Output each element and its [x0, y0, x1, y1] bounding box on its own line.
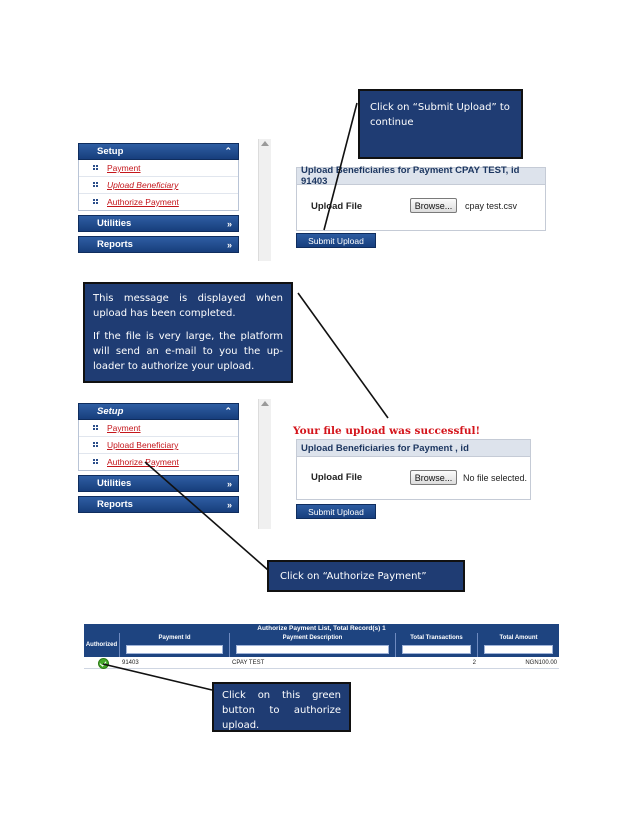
submit-upload-button[interactable]: Submit Upload: [296, 504, 376, 519]
bullet-icon: [93, 199, 98, 204]
upload-file-label: Upload File: [311, 201, 363, 212]
menu-item-payment[interactable]: Payment: [79, 420, 238, 437]
menu-reports-label: Reports: [97, 499, 133, 510]
panel-title: Upload Beneficiaries for Payment CPAY TE…: [297, 165, 545, 187]
menu-utilities-header[interactable]: Utilities »: [78, 475, 239, 492]
menu-item-payment[interactable]: Payment: [79, 160, 238, 177]
bullet-icon: [93, 165, 98, 170]
browse-button[interactable]: Browse...: [410, 470, 457, 485]
filter-input[interactable]: [236, 645, 389, 654]
menu-item-label: Upload Beneficiary: [107, 180, 179, 190]
chevron-down-icon: »: [226, 218, 232, 229]
col-total-transactions[interactable]: Total Transactions: [396, 633, 478, 657]
callout-text: This message is displayed when upload ha…: [93, 293, 283, 319]
upload-file-label: Upload File: [311, 472, 363, 483]
col-label: Payment Id: [158, 635, 191, 641]
upload-panel-1: Upload Beneficiaries for Payment CPAY TE…: [296, 165, 546, 231]
scrollbar[interactable]: [258, 399, 271, 529]
upload-panel-2: Upload Beneficiaries for Payment , id Up…: [296, 439, 531, 500]
chevron-down-icon: »: [226, 499, 232, 510]
menu-setup-label: Setup: [97, 406, 124, 417]
menu-utilities-header[interactable]: Utilities »: [78, 215, 239, 232]
col-payment-description[interactable]: Payment Description: [230, 633, 396, 657]
menu-setup-header[interactable]: Setup ⌃: [78, 143, 239, 160]
callout-text: Click on “Authorize Payment”: [280, 571, 427, 582]
selected-file-name: No file selected.: [463, 473, 528, 483]
menu-reports-header[interactable]: Reports »: [78, 496, 239, 513]
menu-item-upload-beneficiary[interactable]: Upload Beneficiary: [79, 437, 238, 454]
menu-item-authorize-payment[interactable]: Authorize Payment: [79, 194, 238, 210]
chevron-up-icon: ⌃: [224, 406, 232, 416]
table-title: Authorize Payment List, Total Record(s) …: [84, 624, 559, 633]
callout-authorize-payment: Click on “Authorize Payment”: [267, 560, 465, 592]
side-menu-1: Setup ⌃ Payment Upload Beneficiary Autho…: [78, 143, 239, 253]
callout-green-button: Click on this green button to authorize …: [212, 682, 351, 732]
scrollbar[interactable]: [258, 139, 271, 261]
menu-item-upload-beneficiary[interactable]: Upload Beneficiary: [79, 177, 238, 194]
callout-upload-complete: This message is displayed when upload ha…: [83, 282, 293, 383]
col-total-amount[interactable]: Total Amount: [478, 633, 559, 657]
chevron-down-icon: »: [226, 478, 232, 489]
bullet-icon: [93, 442, 98, 447]
filter-input[interactable]: [402, 645, 471, 654]
bullet-icon: [93, 182, 98, 187]
cell-total-amount: NGN100.00: [525, 659, 557, 666]
menu-item-label: Authorize Payment: [107, 457, 179, 467]
browse-button[interactable]: Browse...: [410, 198, 457, 213]
menu-setup-label: Setup: [97, 146, 124, 157]
filter-input[interactable]: [484, 645, 553, 654]
cell-total-transactions: 2: [472, 659, 476, 666]
upload-success-message: Your file upload was successful!: [293, 425, 481, 437]
panel-title: Upload Beneficiaries for Payment , id: [297, 440, 530, 457]
menu-item-label: Upload Beneficiary: [107, 440, 179, 450]
side-menu-2: Setup ⌃ Payment Upload Beneficiary Autho…: [78, 403, 239, 513]
cell-payment-description: CPAY TEST: [232, 659, 265, 666]
filter-input[interactable]: [126, 645, 223, 654]
submit-upload-button[interactable]: Submit Upload: [296, 233, 376, 248]
connector-success-message: [297, 292, 389, 419]
table-header: Authorized Payment Id Payment Descriptio…: [84, 633, 559, 657]
bullet-icon: [93, 459, 98, 464]
selected-file-name: cpay test.csv: [465, 201, 518, 211]
cell-payment-id: 91403: [122, 659, 139, 666]
callout-text: If the file is very large, the platform …: [93, 331, 283, 372]
callout-text: Click on “Submit Upload” to continue: [370, 102, 510, 128]
chevron-up-icon: ⌃: [224, 146, 232, 156]
col-label: Payment Description: [282, 635, 343, 641]
menu-item-label: Payment: [107, 163, 141, 173]
menu-setup-header[interactable]: Setup ⌃: [78, 403, 239, 420]
col-label: Total Transactions: [410, 635, 463, 641]
table-row: 91403 CPAY TEST 2 NGN100.00: [84, 657, 559, 669]
menu-item-label: Payment: [107, 423, 141, 433]
authorize-payment-table: Authorize Payment List, Total Record(s) …: [84, 624, 559, 669]
col-label: Total Amount: [499, 635, 538, 641]
col-payment-id[interactable]: Payment Id: [120, 633, 230, 657]
authorize-green-check-icon[interactable]: [98, 658, 109, 669]
menu-item-label: Authorize Payment: [107, 197, 179, 207]
menu-utilities-label: Utilities: [97, 218, 132, 229]
callout-text: Click on this green button to authorize …: [222, 690, 341, 731]
col-label: Authorized: [85, 642, 118, 648]
chevron-down-icon: »: [226, 239, 232, 250]
menu-reports-label: Reports: [97, 239, 133, 250]
menu-reports-header[interactable]: Reports »: [78, 236, 239, 253]
callout-submit-upload: Click on “Submit Upload” to continue: [358, 89, 523, 159]
col-authorized: Authorized: [84, 633, 120, 657]
menu-utilities-label: Utilities: [97, 478, 132, 489]
scroll-up-icon[interactable]: [261, 401, 269, 406]
scroll-up-icon[interactable]: [261, 141, 269, 146]
bullet-icon: [93, 425, 98, 430]
menu-item-authorize-payment[interactable]: Authorize Payment: [79, 454, 238, 470]
